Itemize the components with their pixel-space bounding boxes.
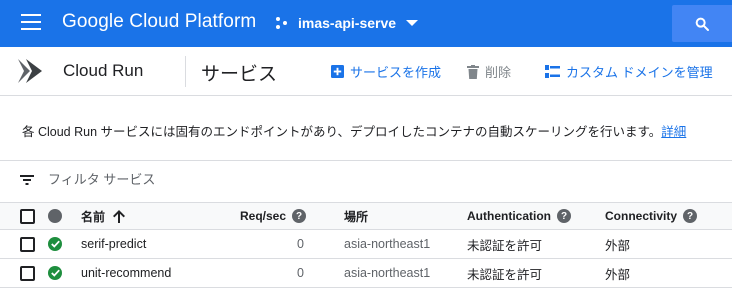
filter-icon[interactable] [20, 174, 34, 185]
info-text: 各 Cloud Run サービスには固有のエンドポイントがあり、デプロイしたコン… [22, 121, 686, 140]
arrow-up-sort-icon [113, 209, 126, 223]
service-name-link[interactable]: unit-recommend [81, 259, 171, 287]
divider [0, 160, 732, 161]
connectivity-value: 外部 [605, 238, 631, 253]
create-service-label: サービスを作成 [350, 65, 442, 80]
header-divider [185, 56, 186, 87]
caret-down-icon [406, 20, 419, 26]
auth-value: 未認証を許可 [467, 267, 543, 282]
help-icon[interactable]: ? [557, 209, 571, 223]
project-selector[interactable]: imas-api-serve [276, 12, 419, 34]
table-header: 名前 Req/sec ? 場所 Authentication ? Connect… [0, 202, 732, 230]
add-box-icon [331, 65, 344, 78]
check-circle-icon [48, 237, 62, 251]
cloud-run-logo-icon [18, 59, 42, 83]
column-header-name[interactable]: 名前 [81, 203, 126, 229]
manage-domains-label: カスタム ドメインを管理 [566, 65, 713, 80]
auth-value: 未認証を許可 [467, 238, 543, 253]
search-button[interactable] [672, 5, 732, 42]
connectivity-value: 外部 [605, 267, 631, 282]
check-circle-icon [48, 266, 62, 280]
status-column-icon [48, 209, 62, 223]
delete-button[interactable]: 削除 [467, 62, 511, 81]
location-value: asia-northeast1 [344, 237, 431, 251]
column-header-connectivity: Connectivity ? [605, 203, 698, 229]
requests-value: 0 [297, 266, 304, 280]
location-value: asia-northeast1 [344, 266, 431, 280]
project-icon [276, 16, 290, 30]
page-title: サービス [201, 64, 278, 85]
row-checkbox[interactable] [20, 265, 35, 281]
product-header: Cloud Run サービス サービスを作成 削除 カスタム ドメインを管理 [0, 47, 732, 96]
help-icon[interactable]: ? [683, 209, 698, 223]
column-header-auth: Authentication ? [467, 203, 571, 229]
create-service-button[interactable]: サービスを作成 [331, 62, 441, 81]
product-name: Cloud Run [63, 61, 144, 80]
requests-value: 0 [297, 237, 304, 251]
top-app-bar: Google Cloud Platform imas-api-serve [0, 0, 732, 47]
column-header-requests: Req/sec ? [240, 203, 307, 229]
table-row[interactable]: unit-recommend 0 asia-northeast1 未認証を許可 … [0, 259, 732, 288]
filter-input[interactable] [48, 172, 248, 187]
domain-list-icon [545, 65, 560, 78]
column-header-location: 場所 [344, 209, 369, 224]
filter-bar [20, 172, 248, 187]
learn-more-link[interactable]: 詳細 [661, 125, 686, 139]
manage-domains-button[interactable]: カスタム ドメインを管理 [545, 62, 713, 81]
project-name: imas-api-serve [298, 15, 397, 31]
trash-icon [467, 64, 479, 79]
brand-title[interactable]: Google Cloud Platform [62, 11, 256, 33]
row-checkbox[interactable] [20, 236, 35, 252]
hamburger-menu-icon[interactable] [21, 14, 41, 30]
select-all-checkbox[interactable] [20, 208, 35, 224]
help-icon[interactable]: ? [292, 209, 307, 223]
delete-label: 削除 [485, 65, 512, 80]
search-icon [695, 17, 709, 31]
service-name-link[interactable]: serif-predict [81, 230, 146, 258]
table-row[interactable]: serif-predict 0 asia-northeast1 未認証を許可 外… [0, 230, 732, 259]
info-description: 各 Cloud Run サービスには固有のエンドポイントがあり、デプロイしたコン… [22, 125, 662, 139]
